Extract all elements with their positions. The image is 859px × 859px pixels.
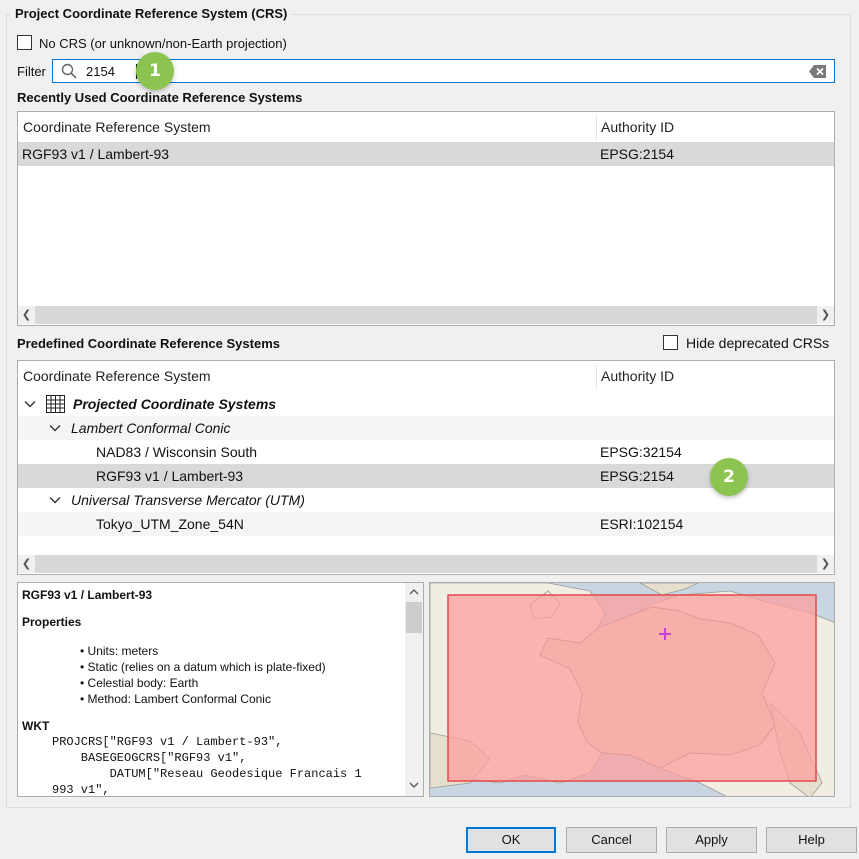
property-text: Celestial body: Earth xyxy=(87,676,199,690)
tree-item-row[interactable]: NAD83 / Wisconsin South EPSG:32154 xyxy=(18,440,834,464)
tree-item-crs: NAD83 / Wisconsin South xyxy=(96,444,258,460)
info-title: RGF93 v1 / Lambert-93 xyxy=(22,588,153,602)
recent-header-authority[interactable]: Authority ID xyxy=(596,112,674,142)
crs-extent-map[interactable] xyxy=(429,582,835,797)
predefined-section-title: Predefined Coordinate Reference Systems xyxy=(17,336,280,351)
wkt-line: PROJCRS["RGF93 v1 / Lambert-93", xyxy=(52,735,283,749)
property-item: • Celestial body: Earth xyxy=(80,676,199,690)
properties-list: • Units: meters • Static (relies on a da… xyxy=(80,643,326,707)
property-item: • Method: Lambert Conformal Conic xyxy=(80,692,271,706)
tree-item-authority: EPSG:32154 xyxy=(600,444,682,460)
scroll-right-icon[interactable]: ❯ xyxy=(817,306,834,324)
info-vscrollbar[interactable] xyxy=(405,583,423,796)
chevron-down-icon[interactable] xyxy=(49,417,61,441)
tree-item-row[interactable]: Tokyo_UTM_Zone_54N ESRI:102154 xyxy=(18,512,834,536)
ok-button[interactable]: OK xyxy=(466,827,556,853)
cancel-button[interactable]: Cancel xyxy=(566,827,657,853)
chevron-down-icon[interactable] xyxy=(24,393,36,417)
predefined-header-authority[interactable]: Authority ID xyxy=(596,361,674,391)
crs-info-panel: RGF93 v1 / Lambert-93 Properties • Units… xyxy=(17,582,424,797)
property-text: Static (relies on a datum which is plate… xyxy=(87,660,326,674)
recent-crs-table: Coordinate Reference System Authority ID… xyxy=(17,111,835,326)
recent-row[interactable]: RGF93 v1 / Lambert-93 EPSG:2154 xyxy=(18,142,834,166)
recent-row-authority: EPSG:2154 xyxy=(600,146,674,162)
wkt-text: PROJCRS["RGF93 v1 / Lambert-93", BASEGEO… xyxy=(52,734,362,797)
tree-subgroup-utm[interactable]: Universal Transverse Mercator (UTM) xyxy=(18,488,834,512)
search-icon xyxy=(61,63,77,82)
hide-deprecated-checkbox[interactable] xyxy=(663,335,678,350)
scroll-thumb[interactable] xyxy=(35,555,817,573)
no-crs-label: No CRS (or unknown/non-Earth projection) xyxy=(39,36,287,51)
tree-subgroup-label: Universal Transverse Mercator (UTM) xyxy=(71,492,305,508)
hide-deprecated-label: Hide deprecated CRSs xyxy=(686,335,830,351)
tree-group-label: Projected Coordinate Systems xyxy=(73,396,277,412)
map-canvas xyxy=(430,583,834,796)
no-crs-checkbox[interactable] xyxy=(17,35,32,50)
properties-heading: Properties xyxy=(22,615,82,629)
predefined-header-crs[interactable]: Coordinate Reference System xyxy=(18,361,211,391)
property-text: Method: Lambert Conformal Conic xyxy=(87,692,271,706)
scroll-thumb[interactable] xyxy=(35,306,817,324)
predefined-hscrollbar[interactable]: ❮ ❯ xyxy=(18,555,834,573)
help-button[interactable]: Help xyxy=(766,827,857,853)
tree-item-crs: RGF93 v1 / Lambert-93 xyxy=(96,468,244,484)
scroll-thumb[interactable] xyxy=(406,602,422,633)
property-item: • Static (relies on a datum which is pla… xyxy=(80,660,326,674)
recent-section-title: Recently Used Coordinate Reference Syste… xyxy=(17,90,303,105)
extent-rectangle xyxy=(447,594,817,782)
scroll-right-icon[interactable]: ❯ xyxy=(817,555,834,573)
tree-subgroup-label: Lambert Conformal Conic xyxy=(71,420,231,436)
step-badge-2: 2 xyxy=(710,458,748,496)
wkt-line: 993 v1", xyxy=(52,783,110,797)
chevron-down-icon[interactable] xyxy=(49,489,61,513)
wkt-line: DATUM["Reseau Geodesique Francais 1 xyxy=(52,767,362,781)
wkt-heading: WKT xyxy=(22,719,50,733)
wkt-line: BASEGEOGCRS["RGF93 v1", xyxy=(52,751,247,765)
scroll-left-icon[interactable]: ❮ xyxy=(18,306,35,324)
step-badge-1: 1 xyxy=(136,52,174,90)
tree-subgroup-lambert[interactable]: Lambert Conformal Conic xyxy=(18,416,834,440)
filter-input-value: 2154 xyxy=(86,64,115,79)
recent-hscrollbar[interactable]: ❮ ❯ xyxy=(18,306,834,324)
apply-button[interactable]: Apply xyxy=(666,827,757,853)
chevron-up-icon[interactable] xyxy=(409,585,419,600)
scroll-left-icon[interactable]: ❮ xyxy=(18,555,35,573)
tree-item-authority: EPSG:2154 xyxy=(600,468,674,484)
tree-group-projected[interactable]: Projected Coordinate Systems xyxy=(18,392,834,416)
tree-item-authority: ESRI:102154 xyxy=(600,516,684,532)
tree-item-crs: Tokyo_UTM_Zone_54N xyxy=(96,516,244,532)
clear-icon[interactable] xyxy=(809,65,826,81)
recent-header-crs[interactable]: Coordinate Reference System xyxy=(18,112,211,142)
filter-label: Filter xyxy=(17,64,46,79)
property-text: Units: meters xyxy=(87,644,159,658)
recent-row-crs: RGF93 v1 / Lambert-93 xyxy=(22,146,170,162)
chevron-down-icon[interactable] xyxy=(409,778,419,793)
property-item: • Units: meters xyxy=(80,644,159,658)
group-title: Project Coordinate Reference System (CRS… xyxy=(10,6,293,21)
